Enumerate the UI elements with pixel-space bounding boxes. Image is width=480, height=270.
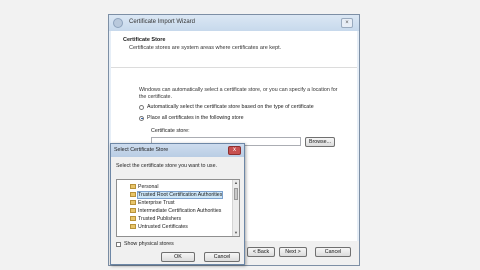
tree-item-label: Trusted Publishers: [138, 215, 182, 222]
close-icon[interactable]: x: [228, 146, 241, 155]
dialog-titlebar: Select Certificate Store x: [111, 144, 244, 157]
tree-item-personal[interactable]: Personal: [130, 183, 158, 190]
folder-icon: [130, 184, 136, 189]
show-physical-stores-checkbox[interactable]: Show physical stores: [116, 241, 174, 247]
tree-item-label: Trusted Root Certification Authorities: [136, 190, 224, 199]
tree-item-label: Intermediate Certification Authorities: [138, 207, 222, 214]
folder-icon: [130, 200, 136, 205]
tree-scrollbar[interactable]: ▲ ▼: [232, 180, 239, 236]
radio-manual-label: Place all certificates in the following …: [147, 115, 244, 121]
tree-item-label: Untrusted Certificates: [138, 223, 188, 230]
scroll-thumb[interactable]: [234, 188, 238, 200]
radio-button-checked-icon[interactable]: [139, 115, 144, 121]
back-button[interactable]: < Back: [247, 247, 275, 257]
tree-item-label: Enterprise Trust: [138, 199, 175, 206]
folder-icon: [130, 192, 136, 197]
dialog-cancel-button[interactable]: Cancel: [204, 252, 240, 262]
select-certificate-store-dialog: Select Certificate Store x Select the ce…: [110, 143, 245, 265]
wizard-cancel-button[interactable]: Cancel: [315, 247, 351, 257]
show-physical-stores-label: Show physical stores: [124, 241, 174, 247]
tree-item-trusted-publishers[interactable]: Trusted Publishers: [130, 215, 181, 222]
certificate-store-tree[interactable]: Personal Trusted Root Certification Auth…: [116, 179, 240, 237]
wizard-titlebar: Certificate Import Wizard ×: [109, 15, 359, 31]
back-arrow-icon[interactable]: [113, 18, 123, 28]
scroll-up-arrow-icon[interactable]: ▲: [233, 180, 239, 186]
store-explanation: Windows can automatically select a certi…: [139, 87, 338, 100]
checkbox-icon[interactable]: [116, 241, 121, 247]
dialog-instruction: Select the certificate store you want to…: [116, 163, 217, 169]
radio-auto-label: Automatically select the certificate sto…: [147, 104, 314, 110]
tree-item-label: Personal: [138, 183, 159, 190]
next-button[interactable]: Next >: [279, 247, 307, 257]
tree-item-intermediate[interactable]: Intermediate Certification Authorities: [130, 207, 221, 214]
scroll-down-arrow-icon[interactable]: ▼: [233, 230, 239, 236]
folder-icon: [130, 216, 136, 221]
close-icon[interactable]: ×: [341, 18, 353, 28]
radio-place-in-store[interactable]: Place all certificates in the following …: [139, 115, 244, 121]
certificate-store-label: Certificate store:: [151, 128, 190, 134]
tree-item-trusted-root[interactable]: Trusted Root Certification Authorities: [130, 190, 224, 199]
radio-auto-select[interactable]: Automatically select the certificate sto…: [139, 104, 314, 110]
folder-icon: [130, 224, 136, 229]
wizard-title: Certificate Import Wizard: [129, 19, 196, 25]
browse-button[interactable]: Browse...: [305, 137, 335, 147]
section-description: Certificate stores are system areas wher…: [129, 45, 282, 51]
section-heading: Certificate Store: [123, 37, 166, 43]
tree-item-enterprise-trust[interactable]: Enterprise Trust: [130, 199, 175, 206]
radio-button-icon[interactable]: [139, 104, 144, 110]
dialog-title: Select Certificate Store: [114, 147, 169, 153]
divider: [111, 67, 357, 68]
folder-icon: [130, 208, 136, 213]
ok-button[interactable]: OK: [161, 252, 195, 262]
tree-item-untrusted[interactable]: Untrusted Certificates: [130, 223, 188, 230]
